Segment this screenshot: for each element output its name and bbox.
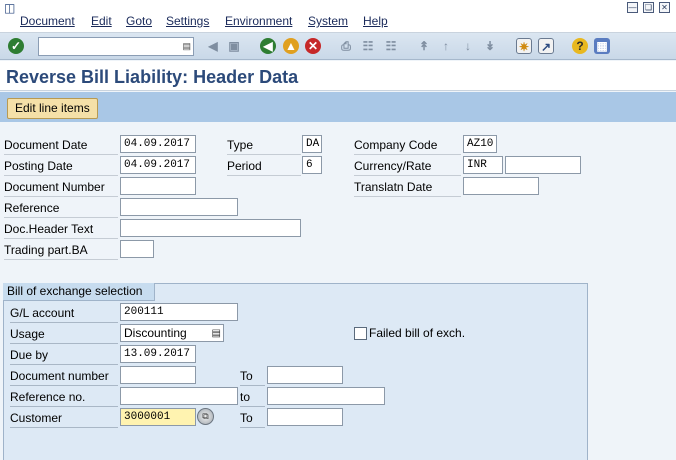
period-field[interactable]: 6 (302, 156, 322, 174)
reference-no-to-field[interactable] (267, 387, 385, 405)
failed-bill-checkbox[interactable] (354, 327, 367, 340)
reference-label: Reference (4, 198, 118, 218)
menu-bar: ◫ Document Edit Goto Settings Environmen… (0, 0, 676, 33)
first-page-icon[interactable]: ↟ (416, 38, 432, 54)
currency-field[interactable]: INR (463, 156, 503, 174)
menu-edit[interactable]: Edit (91, 14, 112, 28)
find-icon[interactable]: ☷ (360, 38, 376, 54)
document-number-to-label: To (240, 366, 265, 386)
title-bar: Reverse Bill Liability: Header Data (0, 61, 676, 91)
find-next-icon[interactable]: ☷ (383, 38, 399, 54)
usage-select[interactable]: Discounting ▤ (120, 324, 224, 342)
gl-account-field[interactable]: 200111 (120, 303, 238, 321)
next-page-icon[interactable]: ↓ (460, 38, 476, 54)
due-by-label: Due by (10, 345, 118, 365)
standard-toolbar: ✓ ▤ ◀ ▣ ◀ ▲ ✕ ⎙ ☷ ☷ ↟ ↑ ↓ ↡ ✷ ↗ ? ▦ (0, 33, 676, 60)
previous-page-icon[interactable]: ↑ (438, 38, 454, 54)
company-code-field[interactable]: AZ10 (463, 135, 497, 153)
period-label: Period (227, 156, 301, 176)
posting-date-field[interactable]: 04.09.2017 (120, 156, 196, 174)
page-title: Reverse Bill Liability: Header Data (6, 67, 299, 87)
back-icon[interactable]: ◀ (260, 38, 276, 54)
system-menu-icon[interactable]: ◫ (4, 2, 18, 14)
layout-menu-icon[interactable]: ▦ (594, 38, 610, 54)
minimize-icon[interactable]: — (627, 2, 638, 13)
due-by-field[interactable]: 13.09.2017 (120, 345, 196, 363)
doc-header-text-label: Doc.Header Text (4, 219, 118, 239)
rate-field[interactable] (505, 156, 581, 174)
document-date-label: Document Date (4, 135, 118, 155)
customer-from-field[interactable]: 3000001 (120, 408, 196, 426)
translation-date-label: Translatn Date (354, 177, 461, 197)
menu-document[interactable]: Document (20, 14, 75, 28)
restore-icon[interactable]: ❏ (643, 2, 654, 13)
company-code-label: Company Code (354, 135, 461, 155)
application-toolbar: Edit line items (0, 92, 676, 122)
reference-no-from-field[interactable] (120, 387, 238, 405)
type-label: Type (227, 135, 301, 155)
posting-date-label: Posting Date (4, 156, 118, 176)
document-number-field[interactable] (120, 177, 196, 195)
history-back-icon[interactable]: ◀ (205, 38, 221, 54)
edit-line-items-button[interactable]: Edit line items (7, 98, 98, 119)
shortcut-icon[interactable]: ↗ (538, 38, 554, 54)
reference-no-to-label: to (240, 387, 265, 407)
dropdown-icon[interactable]: ▤ (212, 326, 221, 341)
menu-environment[interactable]: Environment (225, 14, 292, 28)
document-number-label: Document number (10, 366, 118, 386)
document-number-from-field[interactable] (120, 366, 196, 384)
menu-help[interactable]: Help (363, 14, 388, 28)
create-session-icon[interactable]: ✷ (516, 38, 532, 54)
usage-label: Usage (10, 324, 118, 344)
menu-system[interactable]: System (308, 14, 348, 28)
customer-label: Customer (10, 408, 118, 428)
translation-date-field[interactable] (463, 177, 539, 195)
print-icon[interactable]: ⎙ (338, 38, 354, 54)
command-field[interactable]: ▤ (38, 37, 194, 56)
exit-icon[interactable]: ▲ (283, 38, 299, 54)
document-number-to-field[interactable] (267, 366, 343, 384)
search-help-icon[interactable]: ⧉ (197, 408, 214, 425)
failed-bill-label: Failed bill of exch. (369, 326, 466, 340)
menu-goto[interactable]: Goto (126, 14, 152, 28)
command-history-icon[interactable]: ▤ (182, 41, 191, 52)
customer-to-field[interactable] (267, 408, 343, 426)
menu-settings[interactable]: Settings (166, 14, 209, 28)
usage-value: Discounting (124, 326, 187, 340)
document-date-field[interactable]: 04.09.2017 (120, 135, 196, 153)
enter-icon[interactable]: ✓ (8, 38, 24, 54)
gl-account-label: G/L account (10, 303, 118, 323)
last-page-icon[interactable]: ↡ (482, 38, 498, 54)
document-number-label: Document Number (4, 177, 118, 197)
trading-part-field[interactable] (120, 240, 154, 258)
type-field[interactable]: DA (302, 135, 322, 153)
command-input[interactable] (39, 38, 175, 56)
save-icon[interactable]: ▣ (226, 38, 242, 54)
group-title: Bill of exchange selection (3, 283, 155, 301)
close-window-icon[interactable]: ✕ (659, 2, 670, 13)
cancel-icon[interactable]: ✕ (305, 38, 321, 54)
currency-rate-label: Currency/Rate (354, 156, 461, 176)
reference-no-label: Reference no. (10, 387, 118, 407)
doc-header-text-field[interactable] (120, 219, 301, 237)
help-icon[interactable]: ? (572, 38, 588, 54)
reference-field[interactable] (120, 198, 238, 216)
trading-part-label: Trading part.BA (4, 240, 118, 260)
customer-to-label: To (240, 408, 265, 428)
